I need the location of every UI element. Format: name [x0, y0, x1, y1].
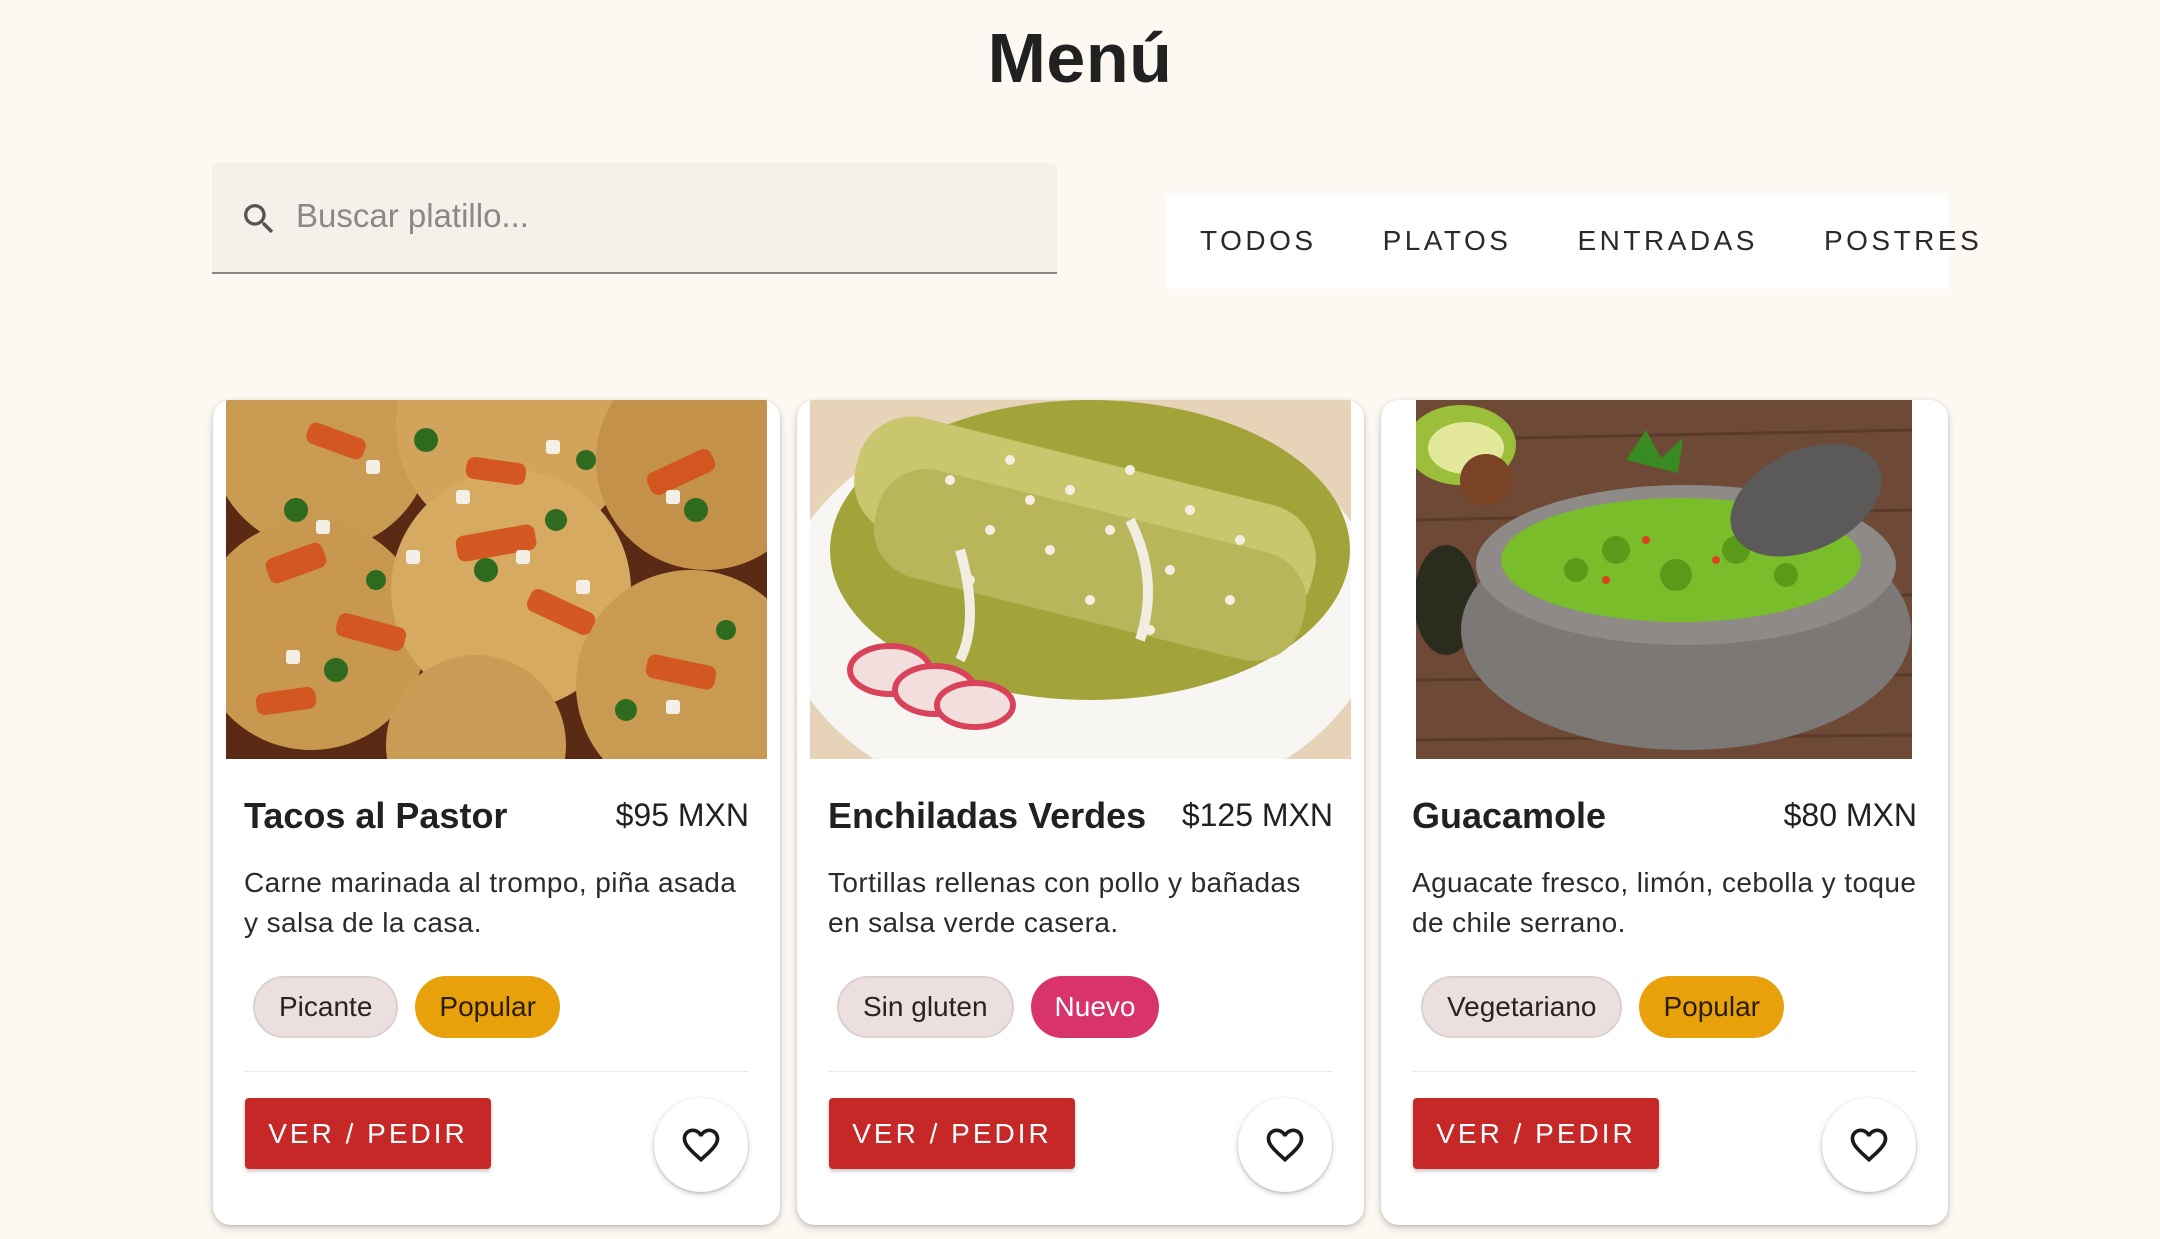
card-divider: [1412, 1071, 1917, 1072]
menu-card-guacamole: Guacamole $80 MXN Aguacate fresco, limón…: [1381, 400, 1948, 1225]
dish-name: Enchiladas Verdes: [828, 795, 1147, 836]
dish-photo-guacamole: [1416, 400, 1912, 759]
heart-outline-icon: [682, 1128, 720, 1163]
category-tabs: TODOS PLATOS ENTRADAS POSTRES: [1166, 193, 1979, 289]
favorite-button[interactable]: [654, 1098, 748, 1192]
tab-todos[interactable]: TODOS: [1200, 225, 1317, 257]
dish-name: Tacos al Pastor: [244, 795, 508, 836]
search-field[interactable]: Buscar platillo...: [212, 163, 1057, 274]
tag-chip-sin-gluten: Sin gluten: [837, 976, 1014, 1038]
tag-chip-popular: Popular: [415, 976, 560, 1038]
search-placeholder: Buscar platillo...: [296, 197, 529, 234]
tag-chip-nuevo: Nuevo: [1030, 976, 1160, 1038]
dish-description: Aguacate fresco, limón, cebolla y toque …: [1412, 867, 1917, 938]
menu-card-enchiladas: Enchiladas Verdes $125 MXN Tortillas rel…: [797, 400, 1364, 1225]
dish-price: $80 MXN: [1783, 797, 1917, 833]
dish-description: Tortillas rellenas con pollo y bañadas e…: [828, 867, 1301, 938]
favorite-button[interactable]: [1238, 1098, 1332, 1192]
tag-chip-picante: Picante: [253, 976, 399, 1038]
order-button[interactable]: VER / PEDIR: [245, 1098, 491, 1169]
card-divider: [244, 1071, 749, 1072]
tag-list: Sin gluten Nuevo: [837, 976, 1160, 1038]
tag-list: Vegetariano Popular: [1421, 976, 1784, 1038]
order-button[interactable]: VER / PEDIR: [1413, 1098, 1659, 1169]
tab-entradas[interactable]: ENTRADAS: [1577, 225, 1757, 257]
dish-name: Guacamole: [1412, 795, 1607, 836]
page-title: Menú: [987, 19, 1173, 97]
heart-outline-icon: [1850, 1128, 1888, 1163]
dish-photo-enchiladas: [810, 400, 1351, 759]
tag-chip-vegetariano: Vegetariano: [1421, 976, 1623, 1038]
dish-price: $95 MXN: [615, 797, 749, 833]
tag-chip-popular: Popular: [1639, 976, 1784, 1038]
menu-card-tacos: Tacos al Pastor $95 MXN Carne marinada a…: [213, 400, 780, 1225]
dish-price: $125 MXN: [1181, 797, 1333, 833]
favorite-button[interactable]: [1822, 1098, 1916, 1192]
dish-photo-tacos: [226, 400, 767, 759]
tab-platos[interactable]: PLATOS: [1383, 225, 1512, 257]
search-icon: [239, 199, 279, 239]
tab-postres[interactable]: POSTRES: [1824, 225, 1982, 257]
tag-list: Picante Popular: [253, 976, 560, 1038]
card-divider: [828, 1071, 1333, 1072]
dish-description: Carne marinada al trompo, piña asada y s…: [244, 867, 737, 938]
heart-outline-icon: [1266, 1128, 1304, 1163]
order-button[interactable]: VER / PEDIR: [829, 1098, 1075, 1169]
